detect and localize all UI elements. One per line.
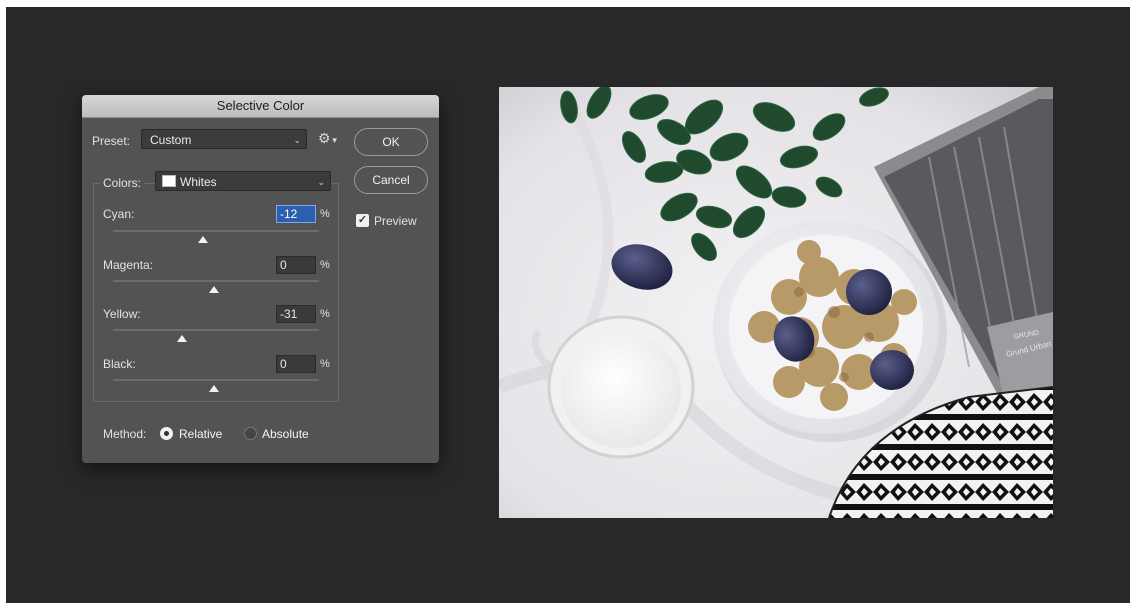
yellow-percent: % [320,308,330,320]
yellow-label: Yellow: [103,307,141,321]
absolute-label[interactable]: Absolute [262,427,309,441]
gear-icon[interactable]: ⚙▼ [318,131,338,148]
magenta-value-input[interactable]: 0 [276,256,316,274]
cyan-slider-thumb[interactable] [198,236,208,243]
relative-radio[interactable] [160,427,173,440]
chevron-down-icon: ⌄ [293,135,301,145]
cancel-button[interactable]: Cancel [354,166,428,194]
dialog-title[interactable]: Selective Color [82,95,439,118]
black-slider-thumb[interactable] [209,385,219,392]
ok-button[interactable]: OK [354,128,428,156]
preview-checkbox[interactable]: ✓ [356,214,369,227]
cyan-percent: % [320,208,330,220]
colors-select[interactable]: Whites ⌄ [155,171,331,191]
yellow-slider-track[interactable] [113,329,319,331]
preset-value: Custom [150,133,192,147]
document-image[interactable]: GRUND Grund Urban [499,87,1053,518]
cyan-value-input[interactable]: -12 [276,205,316,223]
method-label: Method: [103,427,147,441]
selective-color-dialog: Selective Color Preset: Custom ⌄ ⚙▼ OK C… [82,95,439,463]
colors-value: Whites [180,175,217,189]
cyan-slider-track[interactable] [113,230,319,232]
radio-dot-icon [164,431,169,436]
yellow-slider-thumb[interactable] [177,335,187,342]
cereal-bowl [713,220,947,442]
magenta-slider-track[interactable] [113,280,319,282]
preview-label: Preview [374,214,417,228]
magenta-label: Magenta: [103,258,154,272]
preset-select[interactable]: Custom ⌄ [141,129,307,149]
absolute-radio[interactable] [244,427,257,440]
magenta-percent: % [320,259,330,271]
yellow-value-input[interactable]: -31 [276,305,316,323]
color-swatch-icon [162,175,176,187]
cyan-label: Cyan: [103,207,135,221]
preset-label: Preset: [92,134,131,148]
breakfast-photo: GRUND Grund Urban [499,87,1053,518]
black-percent: % [320,358,330,370]
black-label: Black: [103,357,136,371]
black-value-input[interactable]: 0 [276,355,316,373]
chevron-down-icon: ⌄ [317,177,325,187]
black-slider-track[interactable] [113,379,319,381]
checkmark-icon: ✓ [357,214,368,226]
magenta-slider-thumb[interactable] [209,286,219,293]
colors-label: Colors: [100,176,145,190]
relative-label[interactable]: Relative [179,427,222,441]
